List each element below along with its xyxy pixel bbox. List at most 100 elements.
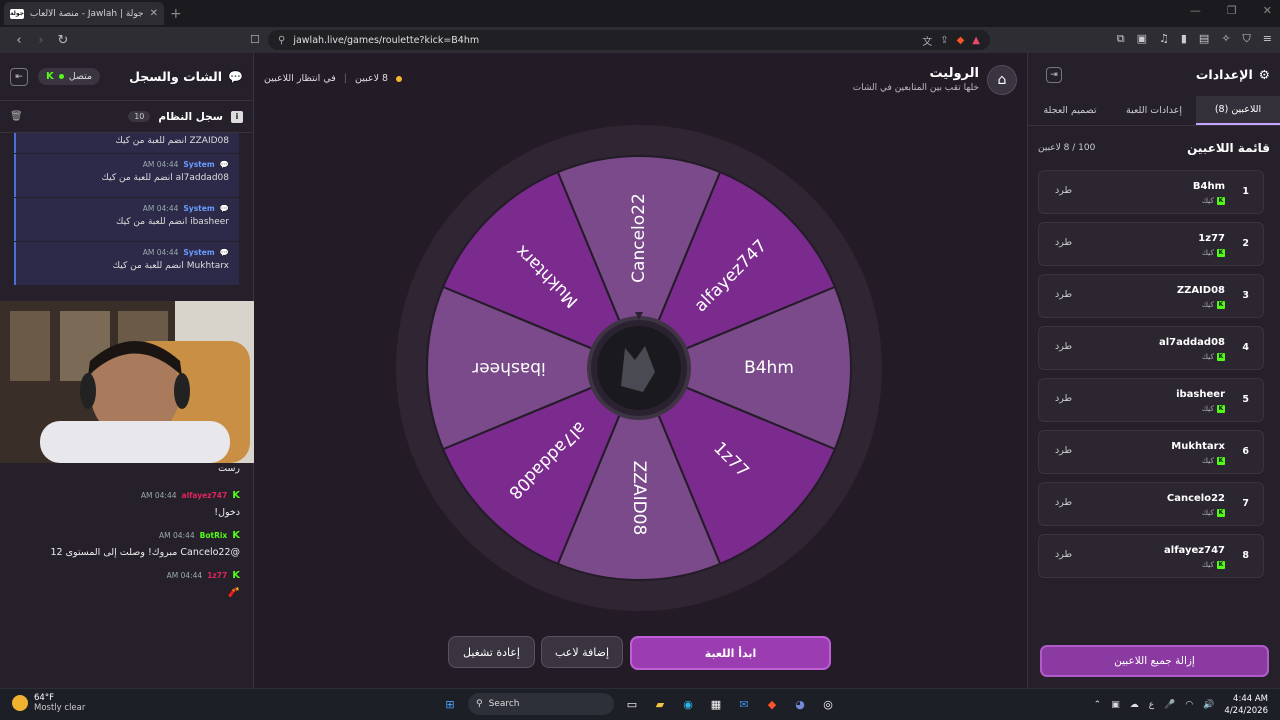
player-number: 4 bbox=[1242, 342, 1249, 353]
player-list-title: قائمة اللاعبين bbox=[1187, 141, 1270, 155]
start-game-button[interactable]: ابدأ اللعبة bbox=[630, 636, 831, 670]
remove-all-players-button[interactable]: إزالة جميع اللاعبين bbox=[1040, 645, 1269, 677]
chat-message: K 1z77 04:44 AM 🧨 bbox=[0, 570, 254, 598]
system-message: 💬 System 04:44 AM al7addad08 انضم للعبة … bbox=[14, 154, 239, 197]
mail-icon[interactable]: ✉ bbox=[734, 694, 754, 714]
status-label: في انتظار اللاعبين bbox=[264, 73, 336, 84]
bookmark-icon[interactable]: ☐ bbox=[250, 33, 260, 46]
message-author[interactable]: 1z77 bbox=[207, 571, 227, 580]
chat-bubble-icon: 💬 bbox=[228, 69, 243, 84]
kick-player-button[interactable]: طرد bbox=[1055, 393, 1072, 404]
back-icon[interactable]: ‹ bbox=[8, 33, 30, 48]
tray-cloud-icon[interactable]: ☁ bbox=[1130, 700, 1139, 710]
sidebar-icon[interactable]: ▮ bbox=[1181, 32, 1187, 46]
player-platform: K كيك bbox=[1202, 300, 1225, 309]
minimize-icon[interactable]: — bbox=[1190, 4, 1201, 17]
tray-overflow-icon[interactable]: ⌃ bbox=[1094, 700, 1102, 710]
kick-player-button[interactable]: طرد bbox=[1055, 341, 1072, 352]
tab-players[interactable]: اللاعبين (8) bbox=[1196, 96, 1280, 125]
screenshot-icon[interactable]: ▣ bbox=[1137, 32, 1147, 46]
new-tab-icon[interactable]: + bbox=[170, 6, 182, 22]
brave-rewards-icon[interactable]: ▲ bbox=[972, 35, 980, 46]
url-field[interactable]: ⚲ jawlah.live/games/roulette?kick=B4hm 文… bbox=[268, 30, 990, 50]
kick-player-button[interactable]: طرد bbox=[1055, 497, 1072, 508]
home-icon[interactable]: ⌂ bbox=[987, 65, 1017, 95]
extension-toolbar: ⧉ ▣ ♫ ▮ ▤ ✧ ⛉ ≡ bbox=[1117, 32, 1272, 46]
weather-condition: Mostly clear bbox=[34, 703, 86, 713]
chat-message-text: رست bbox=[218, 463, 240, 474]
media-icon[interactable]: ♫ bbox=[1159, 32, 1169, 46]
player-platform: K كيك bbox=[1202, 560, 1225, 569]
system-log-title-text: سجل النظام bbox=[158, 110, 223, 123]
game-area: ⌂ الروليت خلها تقب بين المتابعين في الشا… bbox=[254, 53, 1027, 688]
task-view-icon[interactable]: ▭ bbox=[622, 694, 642, 714]
platform-label: كيك bbox=[1201, 300, 1214, 309]
chat-header: ⇤ K متصل 💬 الشات والسجل bbox=[0, 53, 253, 101]
player-number: 6 bbox=[1242, 446, 1249, 457]
tab-game-settings[interactable]: إعدادات اللعبة bbox=[1112, 96, 1196, 125]
system-log-title[interactable]: 10 سجل النظام i bbox=[128, 110, 243, 123]
microphone-icon[interactable]: 🎤 bbox=[1164, 700, 1175, 710]
tab-wheel-design[interactable]: تصميم العجلة bbox=[1028, 96, 1112, 125]
file-explorer-icon[interactable]: ▰ bbox=[650, 694, 670, 714]
system-log-header: 🗑 10 سجل النظام i bbox=[0, 101, 253, 133]
player-name: ibasheer bbox=[1176, 389, 1225, 400]
discord-icon[interactable]: ◕ bbox=[790, 694, 810, 714]
clock-date: 4/24/2026 bbox=[1224, 706, 1268, 716]
message-meta: 💬 System 04:44 AM bbox=[26, 248, 229, 257]
collapse-chat-icon[interactable]: ⇤ bbox=[10, 67, 28, 86]
kick-player-button[interactable]: طرد bbox=[1055, 549, 1072, 560]
ai-icon[interactable]: ✧ bbox=[1221, 32, 1230, 46]
wallet-icon[interactable]: ▤ bbox=[1199, 32, 1209, 46]
windows-start-icon[interactable]: ⊞ bbox=[440, 694, 460, 714]
player-name: Mukhtarx bbox=[1171, 441, 1225, 452]
settings-panel: ⇥ ⚙ الإعدادات تصميم العجلة إعدادات اللعب… bbox=[1027, 53, 1280, 688]
player-platform: K كيك bbox=[1202, 248, 1225, 257]
kick-player-button[interactable]: طرد bbox=[1055, 185, 1072, 196]
reload-icon[interactable]: ↻ bbox=[52, 33, 74, 48]
brave-icon[interactable]: ◆ bbox=[762, 694, 782, 714]
chat-message-text: 🧨 bbox=[228, 587, 240, 598]
brave-shield-icon[interactable]: ◆ bbox=[957, 35, 965, 46]
menu-icon[interactable]: ≡ bbox=[1263, 32, 1272, 46]
forward-icon[interactable]: › bbox=[30, 33, 52, 48]
wheel-segment-label: B4hm bbox=[744, 358, 794, 378]
obs-icon[interactable]: ◎ bbox=[818, 694, 838, 714]
clock[interactable]: 4:44 AM 4/24/2026 bbox=[1224, 693, 1268, 717]
roulette-wheel[interactable]: B4hm1z77ZZAID08al7addad08ibasheerMukhtar… bbox=[394, 123, 884, 613]
restart-button[interactable]: إعادة تشغيل bbox=[448, 636, 535, 668]
kick-player-button[interactable]: طرد bbox=[1055, 445, 1072, 456]
trash-icon[interactable]: 🗑 bbox=[10, 111, 23, 122]
edge-icon[interactable]: ◉ bbox=[678, 694, 698, 714]
maximize-icon[interactable]: ❐ bbox=[1227, 4, 1237, 17]
store-icon[interactable]: ▦ bbox=[706, 694, 726, 714]
system-message: 💬 System 04:44 AM Mukhtarx انضم للعبة من… bbox=[14, 242, 239, 285]
collapse-settings-icon[interactable]: ⇥ bbox=[1046, 66, 1062, 83]
taskbar-search[interactable]: ⚲ Search bbox=[468, 693, 614, 715]
language-indicator[interactable]: ع bbox=[1149, 700, 1154, 710]
share-icon[interactable]: ⇪ bbox=[940, 35, 948, 46]
close-window-icon[interactable]: ✕ bbox=[1263, 4, 1272, 17]
game-title: الروليت bbox=[929, 66, 979, 81]
message-author[interactable]: BotRix bbox=[200, 531, 228, 540]
message-author[interactable]: alfayez747 bbox=[182, 491, 228, 500]
kick-badge-icon: K bbox=[232, 490, 240, 501]
site-favicon: جولة bbox=[10, 8, 24, 19]
message-author: System bbox=[183, 204, 215, 213]
kick-player-button[interactable]: طرد bbox=[1055, 237, 1072, 248]
kick-player-button[interactable]: طرد bbox=[1055, 289, 1072, 300]
add-player-button[interactable]: إضافة لاعب bbox=[541, 636, 623, 668]
browser-tab[interactable]: جولة جولة | Jawlah - منصة الألعاب التفا … bbox=[4, 2, 164, 25]
platform-label: كيك bbox=[1201, 404, 1214, 413]
vpn-icon[interactable]: ⛉ bbox=[1243, 32, 1251, 46]
message-meta: K alfayez747 04:44 AM bbox=[14, 490, 240, 501]
tray-app-icon[interactable]: ▣ bbox=[1111, 700, 1120, 710]
close-tab-icon[interactable]: ✕ bbox=[150, 8, 158, 19]
wifi-icon[interactable]: ◠ bbox=[1185, 700, 1193, 710]
translate-icon[interactable]: 文 bbox=[922, 33, 932, 48]
system-message-text: ZZAID08 انضم للعبة من كيك bbox=[115, 136, 229, 146]
extensions-icon[interactable]: ⧉ bbox=[1117, 32, 1125, 46]
speaker-icon[interactable]: 🔊 bbox=[1203, 700, 1214, 710]
weather-widget[interactable]: 64°F Mostly clear bbox=[12, 693, 85, 713]
site-info-icon[interactable]: ⚲ bbox=[278, 35, 285, 46]
